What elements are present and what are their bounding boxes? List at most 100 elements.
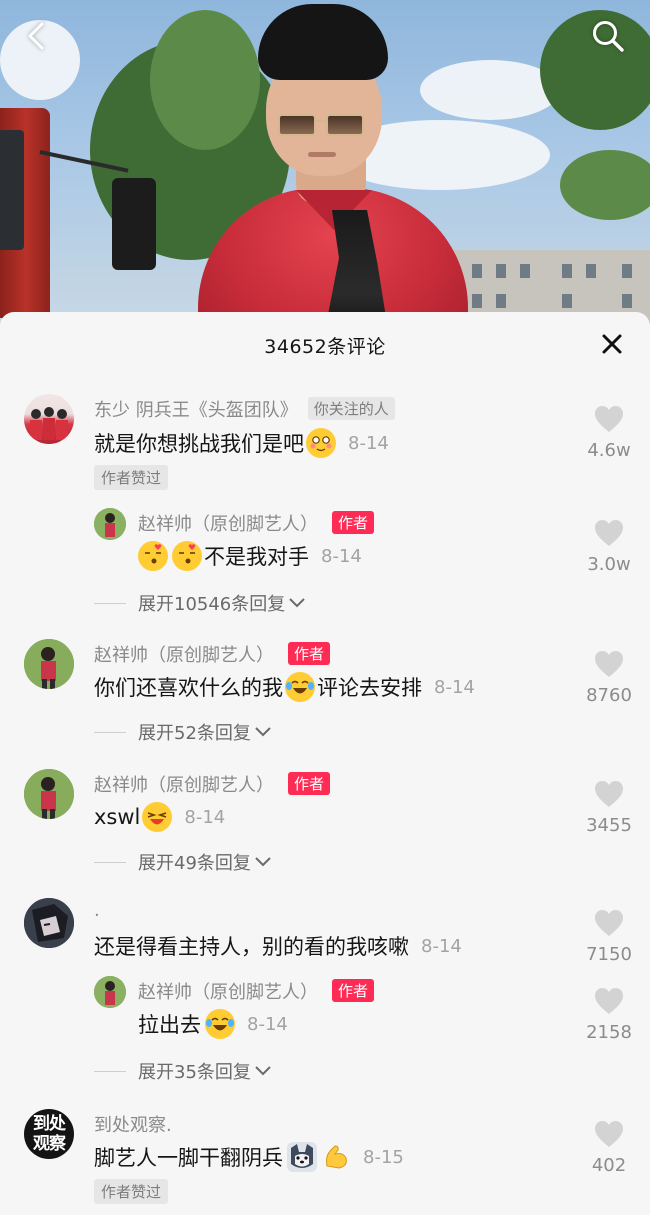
divider-dash [94,1070,126,1072]
author-name: 到处观察. [94,1115,172,1136]
comment-body: 就是你想挑战我们是吧 [94,432,304,456]
reply-avatar[interactable] [94,508,126,540]
comment-author[interactable]: 赵祥帅（原创脚艺人） 作者 [94,771,331,797]
anime-avatar [24,898,74,948]
tree [560,150,650,220]
like-count: 402 [591,1155,627,1176]
chevron-down-icon [255,857,271,867]
comment-author[interactable]: 赵祥帅（原创脚艺人） 作者 [94,641,331,667]
heart-icon [595,651,623,677]
comment-author[interactable]: 东少 阴兵王《头盔团队》 你关注的人 [94,396,395,422]
person-hair [258,4,388,80]
divider-dash [94,602,126,604]
close-icon [602,334,622,354]
reply-author[interactable]: 赵祥帅（原创脚艺人） 作者 [138,510,375,536]
back-icon [28,22,44,50]
like-button[interactable]: 8760 [584,649,634,706]
comment-item: . 还是得看主持人，别的看的我咳嗽 8-14 7150 赵祥帅（原创脚艺人） 作者… [0,896,650,1096]
expand-replies-button[interactable]: 展开49条回复 [94,849,272,875]
avatar[interactable] [24,394,74,444]
comment-author[interactable]: 到处观察. [94,1111,172,1137]
comment-text: xswl 8-14 [94,802,225,832]
back-button[interactable] [10,10,62,62]
kiss-emoji [172,541,202,571]
tree [150,10,260,150]
chevron-down-icon [255,727,271,737]
comment-item: 赵祥帅（原创脚艺人） 作者 xswl 8-14 3455 展开49条回复 [0,767,650,887]
following-badge: 你关注的人 [307,397,395,420]
comment-body: 脚艺人一脚干翻阴兵 [94,1146,283,1170]
heart-icon [595,406,623,432]
expand-replies-button[interactable]: 展开35条回复 [94,1058,272,1084]
person-photo [24,639,74,689]
reply-body: 不是我对手 [204,545,309,569]
like-button[interactable]: 2158 [584,986,634,1043]
truck [0,108,50,318]
video-background [0,0,650,330]
author-liked-tag: 作者赞过 [94,465,169,490]
comment-author[interactable]: . [94,900,100,921]
expand-label: 展开49条回复 [138,853,251,874]
sheet-header: 34652条评论 [0,312,650,376]
reply-text: 不是我对手 8-14 [138,541,362,571]
like-button[interactable]: 4.6w [584,404,634,461]
author-badge: 作者 [288,642,331,665]
author-name: 赵祥帅（原创脚艺人） [138,514,318,535]
laughing-crying-emoji [205,1009,235,1039]
divider-dash [94,861,126,863]
like-count: 7150 [586,944,632,965]
heart-icon [595,988,623,1014]
heart-icon [595,1121,623,1147]
search-button[interactable] [582,10,634,62]
comments-sheet: 34652条评论 东少 阴兵王《头盔团队》 你关注的人 就是你想挑战我们是吧 8-… [0,312,650,1215]
comment-count-title: 34652条评论 [264,336,386,358]
close-button[interactable] [598,330,626,358]
comment-text: 脚艺人一脚干翻阴兵 8-15 [94,1142,404,1172]
like-button[interactable]: 3.0w [584,518,634,575]
expand-replies-button[interactable]: 展开52条回复 [94,719,272,745]
comment-item: 东少 阴兵王《头盔团队》 你关注的人 就是你想挑战我们是吧 8-14 作者赞过 4… [0,390,650,630]
group-photo [30,407,68,440]
like-count: 8760 [586,685,632,706]
sunglasses [278,114,364,136]
reply-date: 8-14 [247,1013,288,1035]
heart-icon [595,520,623,546]
author-liked-tag: 作者赞过 [94,1179,169,1204]
avatar[interactable] [24,898,74,948]
avatar[interactable] [24,639,74,689]
avatar[interactable]: 到处观察 [24,1109,74,1159]
expand-label: 展开35条回复 [138,1062,251,1083]
reply-date: 8-14 [321,545,362,567]
flexed-biceps-emoji [321,1142,351,1172]
author-name: 赵祥帅（原创脚艺人） [94,645,274,666]
dog-emoji [287,1142,317,1172]
person-mouth [308,152,336,157]
reply-text: 拉出去 8-14 [138,1009,288,1039]
like-count: 3.0w [587,554,631,575]
avatar-logo-text: 到处观察 [33,1114,66,1154]
author-badge: 作者 [332,979,375,1002]
heart-icon [595,781,623,807]
like-button[interactable]: 7150 [584,908,634,965]
author-badge: 作者 [288,772,331,795]
reply-author[interactable]: 赵祥帅（原创脚艺人） 作者 [138,978,375,1004]
comment-body: 你们还喜欢什么的我 [94,676,283,700]
avatar[interactable] [24,769,74,819]
reply-avatar[interactable] [94,976,126,1008]
cloud [420,60,560,120]
comment-date: 8-14 [348,432,389,454]
person-photo [24,769,74,819]
blush-emoji [306,428,336,458]
truck-mirror [112,178,156,270]
comment-text: 还是得看主持人，别的看的我咳嗽 8-14 [94,931,462,961]
comment-date: 8-15 [363,1146,404,1168]
like-button[interactable]: 402 [584,1119,634,1176]
comment-body-continued: 评论去安排 [317,676,422,700]
chevron-down-icon [289,598,305,608]
like-button[interactable]: 3455 [584,779,634,836]
expand-replies-button[interactable]: 展开10546条回复 [94,590,306,616]
divider-dash [94,731,126,733]
author-name: . [94,900,100,921]
author-name: 赵祥帅（原创脚艺人） [94,775,274,796]
heart-icon [595,910,623,936]
